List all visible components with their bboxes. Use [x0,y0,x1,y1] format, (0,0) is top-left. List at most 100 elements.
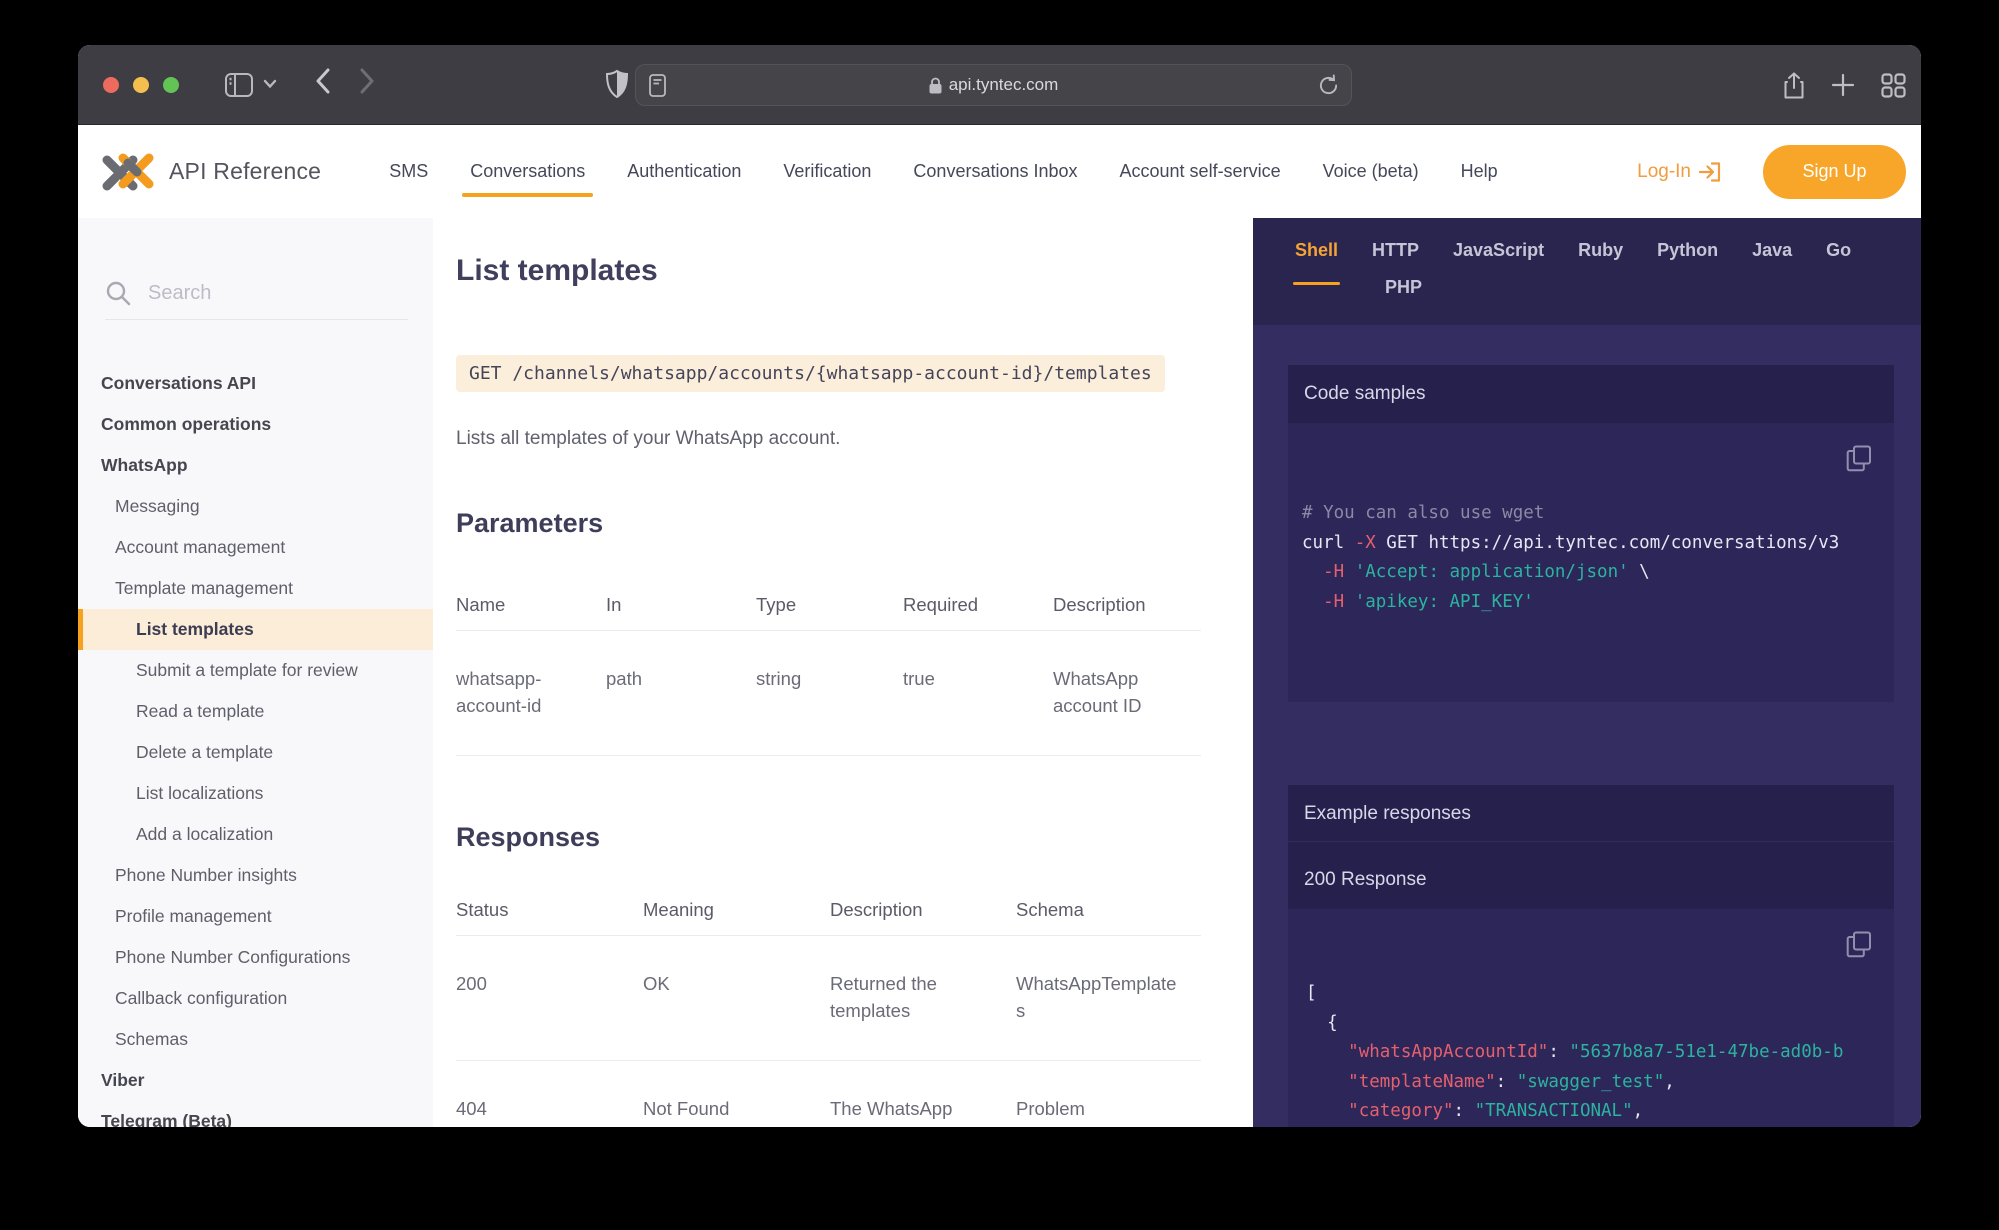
response-200-label: 200 Response [1304,869,1878,891]
site-logo[interactable]: API Reference [101,151,321,193]
sidebar-item-callback-configuration[interactable]: Callback configuration [78,978,433,1019]
minimize-window-button[interactable] [133,77,149,93]
sidebar-item-phone-number-configurations[interactable]: Phone Number Configurations [78,937,433,978]
sidebar-item-account-management[interactable]: Account management [78,527,433,568]
schema-link[interactable]: WhatsAppTemplates [1016,936,1201,1060]
sidebar-toggle-icon[interactable] [225,73,253,97]
tab-shell[interactable]: Shell [1295,240,1338,275]
column-header: Name [456,591,606,630]
sidebar-nav-list: Conversations APICommon operationsWhatsA… [78,363,433,1127]
tyntec-logo-icon [101,151,155,193]
parameters-table: NameInTypeRequiredDescriptionwhatsapp-ac… [456,591,1201,756]
reload-icon[interactable] [1318,74,1339,102]
param-cell: WhatsApp account ID [1053,631,1201,755]
sidebar-item-list-templates[interactable]: List templates [78,609,433,650]
header-nav-account-self-service[interactable]: Account self-service [1120,125,1281,218]
address-bar[interactable]: api.tyntec.com [635,64,1352,106]
code-line: curl -X GET https://api.tyntec.com/conve… [1302,529,1884,559]
chevron-down-icon[interactable] [263,76,277,94]
sidebar-item-messaging[interactable]: Messaging [78,486,433,527]
search-input[interactable] [148,282,348,305]
site-title: API Reference [169,158,321,185]
meaning-link[interactable]: Not Found [643,1061,830,1127]
schema-link[interactable]: Problem [1016,1061,1201,1127]
param-cell: path [606,631,756,755]
tab-go[interactable]: Go [1826,240,1851,275]
tab-ruby[interactable]: Ruby [1578,240,1623,275]
header-nav-voice-beta-[interactable]: Voice (beta) [1323,125,1419,218]
parameters-header-row: NameInTypeRequiredDescription [456,591,1201,631]
column-header: Required [903,591,1053,630]
status-cell: 200 [456,936,643,1060]
example-responses-header: Example responses [1304,803,1878,825]
sidebar-item-add-a-localization[interactable]: Add a localization [78,814,433,855]
back-button[interactable] [315,68,331,101]
share-icon[interactable] [1783,72,1805,99]
responses-heading: Responses [456,822,1253,853]
new-tab-icon[interactable] [1831,73,1855,97]
search-box[interactable] [105,280,408,320]
header-nav-authentication[interactable]: Authentication [627,125,741,218]
sidebar-item-whatsapp[interactable]: WhatsApp [78,445,433,486]
lock-icon [929,77,942,94]
code-samples-card: Code samples # You can also use wgetcurl… [1288,365,1894,702]
table-row: 404Not FoundThe WhatsAppProblem [456,1061,1201,1127]
sidebar-item-list-localizations[interactable]: List localizations [78,773,433,814]
param-cell: string [756,631,903,755]
sidebar-item-submit-a-template-for-review[interactable]: Submit a template for review [78,650,433,691]
header-nav-conversations[interactable]: Conversations [470,125,585,218]
header-nav-verification[interactable]: Verification [783,125,871,218]
header-nav-help[interactable]: Help [1461,125,1498,218]
tab-java[interactable]: Java [1752,240,1792,275]
tab-python[interactable]: Python [1657,240,1718,275]
tab-php[interactable]: PHP [1385,277,1422,312]
url-text: api.tyntec.com [949,75,1059,95]
meaning-link[interactable]: OK [643,936,830,1060]
responses-header-row: StatusMeaningDescriptionSchema [456,896,1201,936]
sidebar-item-template-management[interactable]: Template management [78,568,433,609]
code-line: "category": "TRANSACTIONAL", [1306,1097,1884,1127]
column-header: Schema [1016,896,1201,935]
reader-mode-icon[interactable] [649,74,666,102]
sidebar-item-viber[interactable]: Viber [78,1060,433,1101]
signup-button[interactable]: Sign Up [1763,145,1906,199]
tab-javascript[interactable]: JavaScript [1453,240,1544,275]
doc-content: List templates GET /channels/whatsapp/ac… [433,218,1253,1127]
code-panel: ShellHTTPJavaScriptRubyPythonJavaGo PHP … [1253,218,1921,1127]
privacy-shield-icon[interactable] [605,69,629,104]
sidebar-item-phone-number-insights[interactable]: Phone Number insights [78,855,433,896]
traffic-lights [103,77,179,93]
json-response-block: [ { "whatsAppAccountId": "5637b8a7-51e1-… [1306,979,1884,1127]
sidebar-item-conversations-api[interactable]: Conversations API [78,363,433,404]
table-row: 200OKReturned the templatesWhatsAppTempl… [456,936,1201,1061]
sidebar-item-profile-management[interactable]: Profile management [78,896,433,937]
forward-button[interactable] [359,68,375,101]
search-icon [105,280,131,306]
close-window-button[interactable] [103,77,119,93]
sidebar-item-common-operations[interactable]: Common operations [78,404,433,445]
sidebar-item-schemas[interactable]: Schemas [78,1019,433,1060]
code-line: "templateName": "swagger_test", [1306,1068,1884,1098]
login-arrow-icon [1699,162,1721,182]
code-line: -H 'Accept: application/json' \ [1302,558,1884,588]
main-nav: SMS Conversations Authentication Verificati… [389,125,1497,218]
tab-http[interactable]: HTTP [1372,240,1419,275]
curl-code-block: # You can also use wgetcurl -X GET https… [1302,499,1884,617]
header-nav-sms[interactable]: SMS [389,125,428,218]
sidebar-item-read-a-template[interactable]: Read a template [78,691,433,732]
tab-overview-icon[interactable] [1881,73,1906,98]
zoom-window-button[interactable] [163,77,179,93]
example-responses-card: Example responses 200 Response [ { "what… [1288,785,1894,1127]
code-line: -H 'apikey: API_KEY' [1302,588,1884,618]
sidebar-item-telegram-beta-[interactable]: Telegram (Beta) [78,1101,433,1127]
header-nav-conversations-inbox[interactable]: Conversations Inbox [913,125,1077,218]
param-cell: whatsapp-account-id [456,631,606,755]
column-header: In [606,591,756,630]
column-header: Meaning [643,896,830,935]
copy-code-icon[interactable] [1846,445,1872,477]
login-link[interactable]: Log-In [1637,161,1721,183]
endpoint-description: Lists all templates of your WhatsApp acc… [456,426,1253,452]
sidebar-item-delete-a-template[interactable]: Delete a template [78,732,433,773]
copy-response-icon[interactable] [1846,931,1872,963]
code-line: "localizations": [ [1306,1127,1884,1128]
